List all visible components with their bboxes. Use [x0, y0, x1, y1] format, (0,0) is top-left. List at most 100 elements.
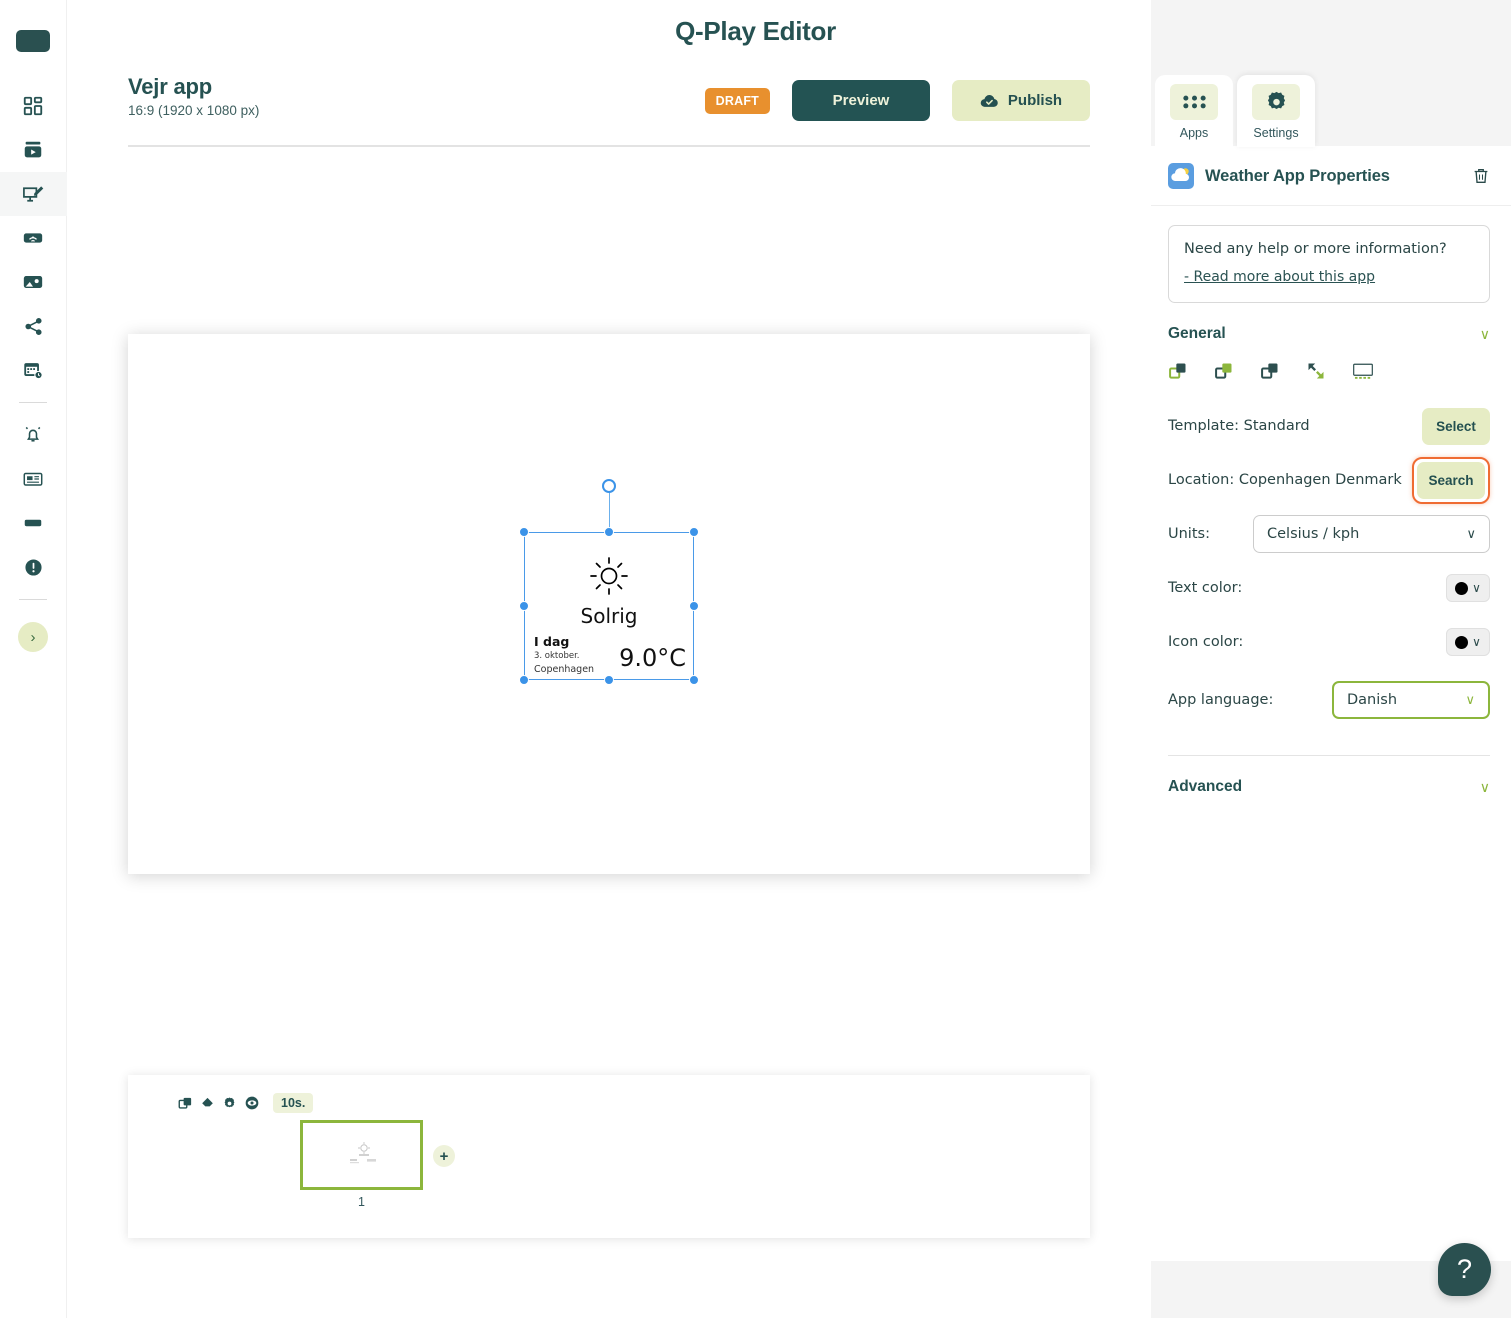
weather-temperature: 9.0°C — [619, 644, 686, 672]
location-label: Location: Copenhagen Denmark — [1168, 472, 1402, 488]
bell-icon — [25, 426, 41, 442]
icon-color-picker[interactable]: ∨ — [1446, 628, 1490, 656]
preview-button[interactable]: Preview — [792, 80, 930, 121]
trash-icon[interactable] — [1472, 167, 1490, 185]
units-select[interactable]: Celsius / kph ∨ — [1253, 515, 1490, 553]
sidebar-item-broadcast[interactable] — [0, 216, 67, 260]
preview-eye-icon[interactable] — [244, 1095, 260, 1111]
search-location-button[interactable]: Search — [1417, 461, 1485, 499]
tab-apps-label: Apps — [1179, 126, 1209, 140]
bring-to-front-icon[interactable] — [1214, 361, 1234, 381]
sidebar-item-schedule[interactable] — [0, 348, 67, 392]
publish-label: Publish — [1007, 92, 1063, 109]
app-language-select[interactable]: Danish ∨ — [1332, 681, 1490, 719]
property-row-language: App language: Danish ∨ — [1168, 669, 1490, 731]
property-row-location: Location: Copenhagen Denmark Search — [1168, 453, 1490, 507]
rotation-handle[interactable] — [602, 479, 616, 493]
read-more-link[interactable]: - Read more about this app — [1184, 269, 1375, 285]
text-color-picker[interactable]: ∨ — [1446, 574, 1490, 602]
dashboard-icon — [23, 96, 43, 116]
thumbnail-preview — [349, 1142, 376, 1164]
chevron-down-icon[interactable]: ∨ — [1480, 326, 1490, 343]
sidebar-item-screen[interactable] — [0, 501, 67, 545]
add-slide-button[interactable]: + — [433, 1145, 455, 1167]
panel-tabs: Apps Settings — [1151, 75, 1315, 147]
sidebar-item-share[interactable] — [0, 304, 67, 348]
media-player-icon — [24, 141, 42, 158]
resize-handle-bottom-left[interactable] — [519, 675, 529, 685]
rail-divider-1 — [19, 402, 47, 403]
bring-forward-icon[interactable] — [1168, 361, 1188, 381]
editor-icon — [22, 185, 43, 202]
share-icon — [24, 317, 42, 335]
weather-widget[interactable]: Solrig I dag 3. oktober. Copenhagen 9.0°… — [519, 479, 699, 685]
header-divider — [128, 145, 1090, 147]
select-template-button[interactable]: Select — [1422, 407, 1490, 445]
slide-timeline: 10s. 1 + — [128, 1075, 1090, 1238]
sidebar-item-news[interactable] — [0, 457, 67, 501]
send-backward-icon[interactable] — [1260, 361, 1280, 381]
sidebar-item-editor[interactable] — [0, 172, 67, 216]
help-question: Need any help or more information? — [1184, 241, 1447, 257]
search-button-highlight: Search — [1412, 456, 1490, 504]
left-navigation-rail: › — [0, 0, 67, 1318]
resize-handle-top-center[interactable] — [604, 527, 614, 537]
resize-handle-middle-left[interactable] — [519, 601, 529, 611]
section-advanced-label: Advanced — [1168, 778, 1243, 795]
chevron-down-icon[interactable]: ∨ — [1480, 779, 1490, 796]
status-badge: DRAFT — [704, 87, 770, 114]
info-icon — [24, 558, 42, 576]
rotation-line — [609, 492, 610, 532]
sidebar-item-dashboard[interactable] — [0, 84, 67, 128]
document-actions: DRAFT Preview Publish — [704, 80, 1090, 121]
canvas-stage[interactable]: Solrig I dag 3. oktober. Copenhagen 9.0°… — [128, 334, 1090, 874]
property-row-units: Units: Celsius / kph ∨ — [1168, 507, 1490, 561]
panel-title: Weather App Properties — [1205, 166, 1390, 185]
sidebar-item-media-player[interactable] — [0, 128, 67, 172]
aspect-frame-icon[interactable] — [1352, 361, 1374, 381]
eraser-icon[interactable] — [200, 1096, 215, 1111]
chevron-down-icon: ∨ — [1472, 581, 1481, 595]
help-button[interactable]: ? — [1438, 1243, 1491, 1296]
resize-handle-bottom-right[interactable] — [689, 675, 699, 685]
resize-handle-top-right[interactable] — [689, 527, 699, 537]
sidebar-item-alerts[interactable] — [0, 413, 67, 457]
sidebar-item-media-library[interactable] — [0, 260, 67, 304]
slide-settings-icon[interactable] — [222, 1096, 237, 1111]
gear-icon — [1252, 84, 1300, 120]
document-header: Vejr app 16:9 (1920 x 1080 px) DRAFT Pre… — [128, 74, 1090, 121]
property-row-text-color: Text color: ∨ — [1168, 561, 1490, 615]
app-language-value: Danish — [1347, 692, 1398, 708]
sidebar-item-info[interactable] — [0, 545, 67, 589]
publish-button[interactable]: Publish — [952, 80, 1090, 121]
property-row-icon-color: Icon color: ∨ — [1168, 615, 1490, 669]
cloud-check-icon — [980, 95, 998, 107]
fit-to-screen-icon[interactable] — [1306, 361, 1326, 381]
screen-icon — [24, 519, 42, 527]
slide-thumbnail[interactable] — [300, 1120, 423, 1190]
section-general-label: General — [1168, 325, 1226, 342]
resize-handle-top-left[interactable] — [519, 527, 529, 537]
tab-settings[interactable]: Settings — [1237, 75, 1315, 147]
duplicate-slide-icon[interactable] — [178, 1096, 193, 1111]
layer-tools — [1168, 361, 1511, 381]
chevron-down-icon: ∨ — [1465, 692, 1475, 708]
tab-settings-label: Settings — [1253, 126, 1299, 140]
grid-icon — [1170, 84, 1218, 120]
broadcast-icon — [23, 233, 43, 243]
slide-toolbar: 10s. — [178, 1093, 314, 1113]
resize-handle-middle-right[interactable] — [689, 601, 699, 611]
rail-divider-2 — [19, 599, 47, 600]
section-advanced[interactable]: Advanced ∨ — [1168, 778, 1490, 796]
units-value: Celsius / kph — [1267, 526, 1360, 542]
section-general[interactable]: General ∨ — [1168, 325, 1490, 343]
slide-duration[interactable]: 10s. — [273, 1093, 314, 1113]
text-color-label: Text color: — [1168, 580, 1243, 596]
app-language-label: App language: — [1168, 692, 1274, 708]
weather-today-label: I dag — [534, 634, 570, 649]
tab-apps[interactable]: Apps — [1155, 75, 1233, 147]
template-label: Template: Standard — [1168, 418, 1310, 434]
resize-handle-bottom-center[interactable] — [604, 675, 614, 685]
property-row-template: Template: Standard Select — [1168, 399, 1490, 453]
rail-expand-button[interactable]: › — [18, 622, 48, 652]
